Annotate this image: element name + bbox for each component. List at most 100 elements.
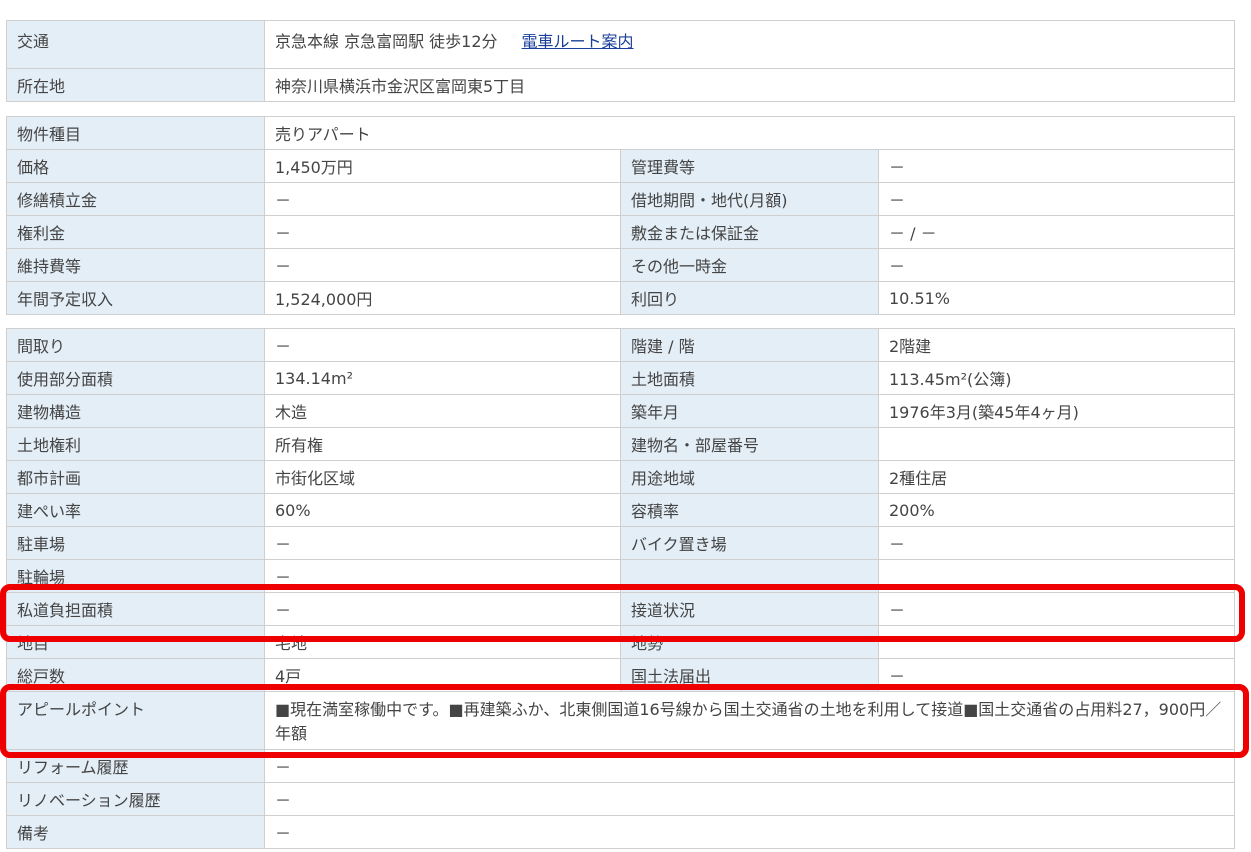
row-label: 駐輪場: [6, 559, 265, 593]
row-label: 国土法届出: [620, 658, 879, 692]
transport-value: 京急本線 京急富岡駅 徒歩12分: [275, 32, 498, 51]
row-label: バイク置き場: [620, 526, 879, 560]
row-label: 修繕積立金: [6, 182, 265, 216]
row-label: 接道状況: [620, 592, 879, 626]
row-label: 土地権利: [6, 427, 265, 461]
row-value: －: [878, 182, 1235, 216]
row-value: 60%: [264, 493, 621, 527]
row-label: 建物名・部屋番号: [620, 427, 879, 461]
row-value: 木造: [264, 394, 621, 428]
address-label: 所在地: [6, 68, 265, 102]
row-label: 維持費等: [6, 248, 265, 282]
row-value: 市街化区域: [264, 460, 621, 494]
row-value: [878, 427, 1235, 461]
row-label: 階建 / 階: [620, 328, 879, 362]
row-value: 宅地: [264, 625, 621, 659]
row-value: 2種住居: [878, 460, 1235, 494]
row-label: [620, 559, 879, 593]
row-value: 113.45m²(公簿): [878, 361, 1235, 395]
appeal-value: ■現在満室稼働中です。■再建築ふか、北東側国道16号線から国土交通省の土地を利用…: [264, 691, 1235, 750]
table-row: リノベーション履歴 －: [6, 782, 1235, 816]
table-row: 修繕積立金 － 借地期間・地代(月額) －: [6, 182, 1235, 216]
row-label: 築年月: [620, 394, 879, 428]
row-value: 134.14m²: [264, 361, 621, 395]
row-value: －: [264, 559, 621, 593]
table-row: 建物構造 木造 築年月 1976年3月(築45年4ヶ月): [6, 394, 1235, 428]
row-value: 200%: [878, 493, 1235, 527]
transport-label: 交通: [6, 20, 265, 69]
table-row: 価格 1,450万円 管理費等 －: [6, 149, 1235, 183]
row-value: －: [878, 149, 1235, 183]
row-label: 用途地域: [620, 460, 879, 494]
table-row: 所在地 神奈川県横浜市金沢区富岡東5丁目: [6, 68, 1235, 102]
row-value: －: [264, 526, 621, 560]
table-row: 土地権利 所有権 建物名・部屋番号: [6, 427, 1235, 461]
row-label: 私道負担面積: [6, 592, 265, 626]
row-label: 価格: [6, 149, 265, 183]
table-row: 総戸数 4戸 国土法届出 －: [6, 658, 1235, 692]
row-value: 4戸: [264, 658, 621, 692]
appeal-label: アピールポイント: [6, 691, 265, 750]
train-route-link[interactable]: 電車ルート案内: [522, 32, 634, 51]
renovation-label: リノベーション履歴: [6, 782, 265, 816]
row-value: －: [878, 248, 1235, 282]
row-value: [878, 559, 1235, 593]
access-table: 交通 京急本線 京急富岡駅 徒歩12分 電車ルート案内 所在地 神奈川県横浜市金沢…: [6, 20, 1235, 102]
row-label: その他一時金: [620, 248, 879, 282]
row-value: －: [264, 182, 621, 216]
row-value: 1976年3月(築45年4ヶ月): [878, 394, 1235, 428]
row-label: 地勢: [620, 625, 879, 659]
table-row: 駐輪場 －: [6, 559, 1235, 593]
row-value: 10.51%: [878, 281, 1235, 315]
table-row: 物件種目 売りアパート: [6, 116, 1235, 150]
table-row: 交通 京急本線 京急富岡駅 徒歩12分 電車ルート案内: [6, 20, 1235, 69]
renovation-value: －: [264, 782, 1235, 816]
row-value: 1,524,000円: [264, 281, 621, 315]
table-row: 私道負担面積 － 接道状況 －: [6, 592, 1235, 626]
row-label: 管理費等: [620, 149, 879, 183]
table-row: 建ぺい率 60% 容積率 200%: [6, 493, 1235, 527]
table-row: 備考 －: [6, 815, 1235, 849]
table-row: 維持費等 － その他一時金 －: [6, 248, 1235, 282]
transport-cell: 京急本線 京急富岡駅 徒歩12分 電車ルート案内: [264, 20, 1235, 69]
row-label: 間取り: [6, 328, 265, 362]
row-label: 建ぺい率: [6, 493, 265, 527]
row-value: －: [264, 328, 621, 362]
row-value: 2階建: [878, 328, 1235, 362]
table-row: 年間予定収入 1,524,000円 利回り 10.51%: [6, 281, 1235, 315]
row-value: － / －: [878, 215, 1235, 249]
table-row: アピールポイント ■現在満室稼働中です。■再建築ふか、北東側国道16号線から国土…: [6, 691, 1235, 750]
reform-label: リフォーム履歴: [6, 749, 265, 783]
row-value: 所有権: [264, 427, 621, 461]
row-value: －: [878, 526, 1235, 560]
row-label: 都市計画: [6, 460, 265, 494]
row-value: [878, 625, 1235, 659]
row-value: －: [878, 592, 1235, 626]
row-value: －: [264, 592, 621, 626]
reform-value: －: [264, 749, 1235, 783]
row-value: －: [264, 248, 621, 282]
table-row: リフォーム履歴 －: [6, 749, 1235, 783]
row-label: 総戸数: [6, 658, 265, 692]
table-row: 駐車場 － バイク置き場 －: [6, 526, 1235, 560]
notes-value: －: [264, 815, 1235, 849]
property-type-value: 売りアパート: [264, 116, 1235, 150]
row-value: 1,450万円: [264, 149, 621, 183]
row-label: 権利金: [6, 215, 265, 249]
row-label: 敷金または保証金: [620, 215, 879, 249]
row-label: 建物構造: [6, 394, 265, 428]
table-row: 使用部分面積 134.14m² 土地面積 113.45m²(公簿): [6, 361, 1235, 395]
table-row: 権利金 － 敷金または保証金 － / －: [6, 215, 1235, 249]
table-row: 間取り － 階建 / 階 2階建: [6, 328, 1235, 362]
address-value: 神奈川県横浜市金沢区富岡東5丁目: [264, 68, 1235, 102]
row-label: 借地期間・地代(月額): [620, 182, 879, 216]
row-value: －: [878, 658, 1235, 692]
property-type-label: 物件種目: [6, 116, 265, 150]
notes-label: 備考: [6, 815, 265, 849]
row-label: 駐車場: [6, 526, 265, 560]
row-label: 使用部分面積: [6, 361, 265, 395]
table-row: 都市計画 市街化区域 用途地域 2種住居: [6, 460, 1235, 494]
row-label: 利回り: [620, 281, 879, 315]
row-label: 年間予定収入: [6, 281, 265, 315]
row-label: 土地面積: [620, 361, 879, 395]
